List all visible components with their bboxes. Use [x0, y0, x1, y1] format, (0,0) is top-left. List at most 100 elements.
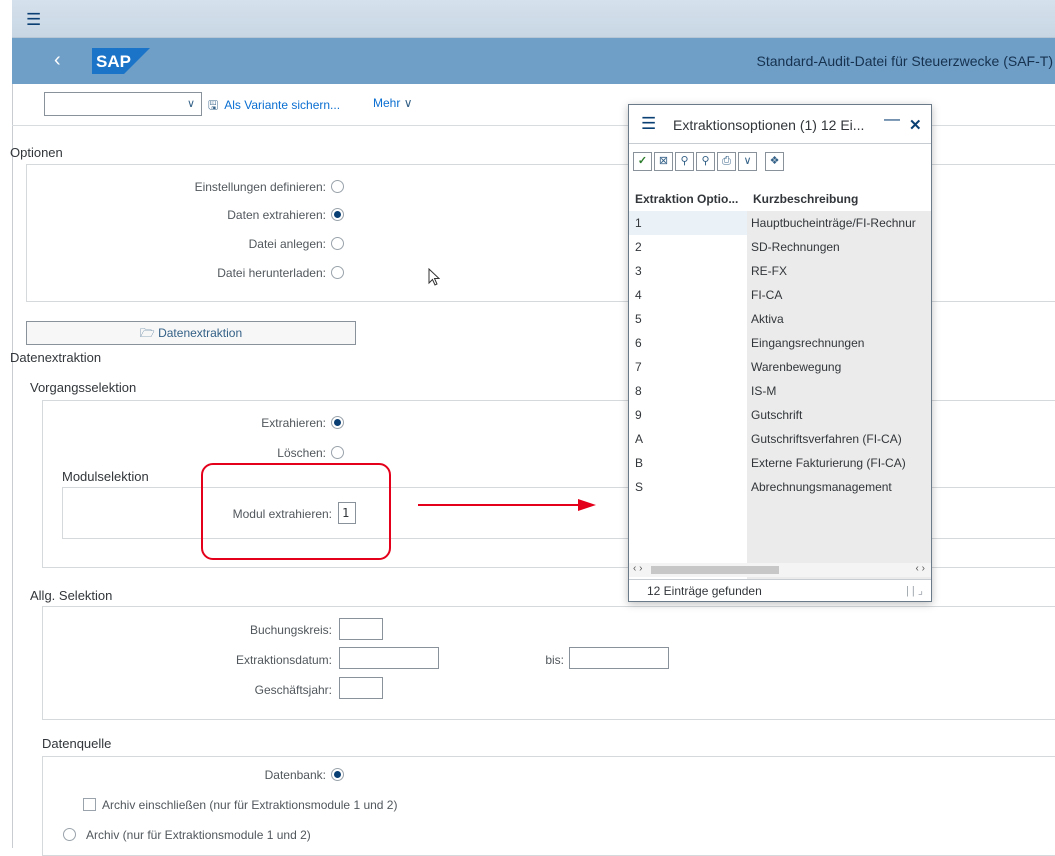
row-description: Hauptbucheinträge/FI-Rechnur	[747, 211, 931, 235]
table-header: Extraktion Optio... Kurzbeschreibung	[629, 185, 931, 211]
dialog-menu-icon[interactable]: ☰	[641, 115, 656, 132]
table-row[interactable]: 2 SD-Rechnungen	[629, 235, 931, 259]
data-extraction-heading: Datenextraktion	[10, 350, 102, 365]
print-icon[interactable]: ⎙	[717, 152, 736, 171]
row-description: SD-Rechnungen	[747, 235, 931, 259]
radio-archive[interactable]	[63, 828, 76, 841]
radio-settings[interactable]	[331, 180, 344, 193]
option-label-download: Datei herunterladen:	[217, 266, 326, 280]
menu-bar: ☰	[12, 0, 1055, 38]
table-row[interactable]: 9 Gutschrift	[629, 403, 931, 427]
save-variant-button[interactable]: 🖫 Als Variante sichern...	[208, 96, 340, 117]
data-source-heading: Datenquelle	[42, 736, 112, 751]
row-description: Abrechnungsmanagement	[747, 475, 931, 499]
column-header-option[interactable]: Extraktion Optio...	[635, 192, 745, 206]
radio-download[interactable]	[331, 266, 344, 279]
more-button[interactable]: Mehr ∨	[373, 96, 412, 110]
dialog-toolbar: ✓ ⊠ ⚲ ⚲ ⎙ ∨ ❖	[629, 143, 931, 179]
row-description: Warenbewegung	[747, 355, 931, 379]
row-key: S	[629, 475, 747, 499]
variant-select[interactable]: ∨	[44, 92, 202, 116]
table-row[interactable]: B Externe Fakturierung (FI-CA)	[629, 451, 931, 475]
extraction-date-to-input[interactable]	[569, 647, 669, 669]
general-selection-heading: Allg. Selektion	[30, 588, 113, 603]
search-icon[interactable]: ⚲	[675, 152, 694, 171]
row-description: Gutschriftsverfahren (FI-CA)	[747, 427, 931, 451]
table-row[interactable]: 5 Aktiva	[629, 307, 931, 331]
row-description: Gutschrift	[747, 403, 931, 427]
horizontal-scrollbar[interactable]: ‹ › ‹ ›	[629, 563, 931, 577]
radio-delete-process[interactable]	[331, 446, 344, 459]
back-arrow-icon[interactable]: ‹	[54, 50, 61, 70]
table-row[interactable]: 3 RE-FX	[629, 259, 931, 283]
close-icon[interactable]: ✕	[909, 116, 922, 134]
dialog-title-bar: ☰ Extraktionsoptionen (1) 12 Ei... — ✕	[629, 105, 931, 143]
scrollbar-thumb[interactable]	[651, 566, 779, 574]
company-code-label: Buchungskreis:	[249, 623, 332, 637]
option-label-create-file: Datei anlegen:	[248, 237, 326, 251]
row-key: 2	[629, 235, 747, 259]
mouse-cursor-icon	[428, 268, 440, 286]
radio-extract[interactable]	[331, 208, 344, 221]
scroll-right-icon[interactable]: ‹ ›	[916, 563, 925, 574]
column-header-description[interactable]: Kurzbeschreibung	[753, 192, 858, 206]
table-row[interactable]: 6 Eingangsrechnungen	[629, 331, 931, 355]
cancel-box-icon[interactable]: ⊠	[654, 152, 673, 171]
dialog-title: Extraktionsoptionen (1) 12 Ei...	[673, 117, 865, 133]
row-key: B	[629, 451, 747, 475]
save-icon: 🖫	[208, 98, 219, 112]
process-selection-heading: Vorgangsselektion	[30, 380, 137, 395]
module-selection-heading: Modulselektion	[62, 469, 149, 484]
table-row[interactable]: 7 Warenbewegung	[629, 355, 931, 379]
title-bar: ‹ SAP Standard-Audit-Datei für Steuerzwe…	[12, 38, 1055, 84]
dialog-status-bar: 12 Einträge gefunden | | ⌟	[629, 579, 931, 601]
row-description: FI-CA	[747, 283, 931, 307]
database-label: Datenbank:	[264, 768, 326, 782]
folder-icon: 🗁	[139, 326, 155, 340]
row-description: RE-FX	[747, 259, 931, 283]
table-row[interactable]: S Abrechnungsmanagement	[629, 475, 931, 499]
annotation-arrow-icon	[418, 499, 596, 511]
search-next-icon[interactable]: ⚲	[696, 152, 715, 171]
fiscal-year-input[interactable]	[339, 677, 383, 699]
more-label: Mehr	[373, 96, 401, 110]
row-key: 5	[629, 307, 747, 331]
minimize-icon[interactable]: —	[884, 111, 900, 129]
hamburger-menu-icon[interactable]: ☰	[26, 11, 41, 28]
confirm-check-icon[interactable]: ✓	[633, 152, 652, 171]
chevron-down-icon: ∨	[403, 96, 413, 110]
delete-label: Löschen:	[277, 446, 326, 460]
extraction-date-from-input[interactable]	[339, 647, 439, 669]
data-extraction-button[interactable]: 🗁 Datenextraktion	[26, 321, 356, 345]
chevron-down-icon[interactable]: ∨	[738, 152, 757, 171]
option-label-settings: Einstellungen definieren:	[194, 180, 326, 194]
include-archive-label: Archiv einschließen (nur für Extraktions…	[102, 798, 398, 812]
archive-label: Archiv (nur für Extraktionsmodule 1 und …	[86, 828, 311, 842]
table-row[interactable]: A Gutschriftsverfahren (FI-CA)	[629, 427, 931, 451]
row-key: A	[629, 427, 747, 451]
extract-label: Extrahieren:	[261, 416, 326, 430]
row-description: Eingangsrechnungen	[747, 331, 931, 355]
extraction-options-dialog: ☰ Extraktionsoptionen (1) 12 Ei... — ✕ ✓…	[628, 104, 932, 602]
options-heading: Optionen	[10, 145, 63, 160]
annotation-highlight-box	[201, 463, 391, 560]
radio-create-file[interactable]	[331, 237, 344, 250]
pin-icon[interactable]: ❖	[765, 152, 784, 171]
row-key: 3	[629, 259, 747, 283]
radio-extract-process[interactable]	[331, 416, 344, 429]
extraction-date-label: Extraktionsdatum:	[235, 653, 332, 667]
table-row[interactable]: 1 Hauptbucheinträge/FI-Rechnur	[629, 211, 931, 235]
save-variant-label: Als Variante sichern...	[224, 98, 341, 112]
resize-grip-icon[interactable]: | | ⌟	[906, 584, 923, 597]
radio-database[interactable]	[331, 768, 344, 781]
scroll-left-icon[interactable]: ‹ ›	[633, 563, 642, 574]
company-code-input[interactable]	[339, 618, 383, 640]
table-row[interactable]: 4 FI-CA	[629, 283, 931, 307]
window-left-border	[12, 0, 13, 848]
row-description: Externe Fakturierung (FI-CA)	[747, 451, 931, 475]
row-key: 8	[629, 379, 747, 403]
table-row[interactable]: 8 IS-M	[629, 379, 931, 403]
row-description: IS-M	[747, 379, 931, 403]
include-archive-checkbox[interactable]	[83, 798, 96, 811]
sap-logo-text: SAP	[96, 52, 131, 71]
